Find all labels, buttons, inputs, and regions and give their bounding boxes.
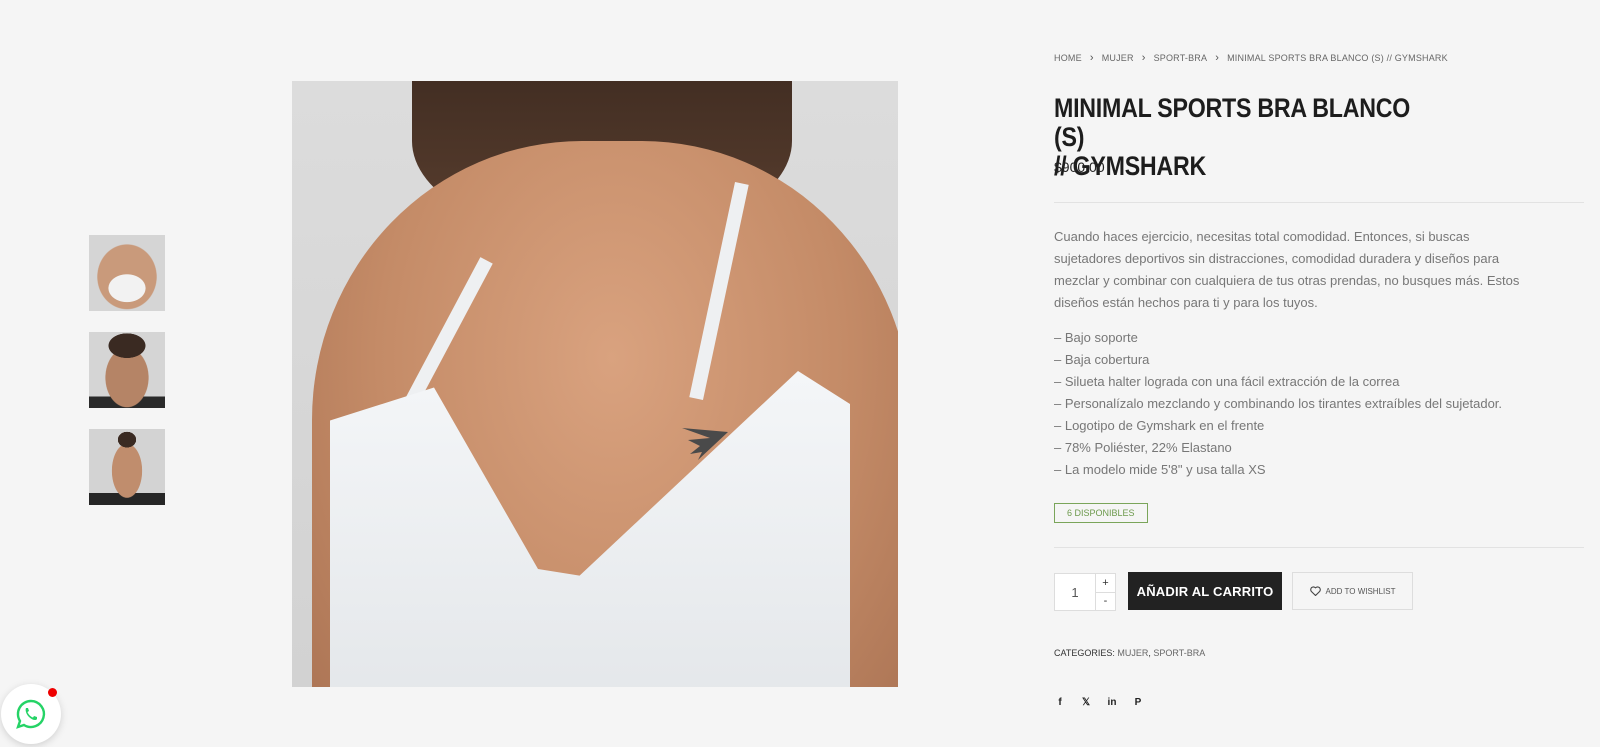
quantity-increase-button[interactable]: +: [1096, 574, 1115, 593]
chevron-right-icon: ›: [1215, 52, 1220, 64]
feature-item: – Bajo soporte: [1054, 330, 1138, 345]
linkedin-icon[interactable]: in: [1106, 696, 1118, 708]
thumbnail-full[interactable]: [89, 429, 165, 505]
thumbnail-image: [89, 429, 165, 505]
product-description: Cuando haces ejercicio, necesitas total …: [1054, 229, 1520, 310]
breadcrumb-current: MINIMAL SPORTS BRA BLANCO (S) // GYMSHAR…: [1227, 53, 1448, 63]
feature-item: – La modelo mide 5'8" y usa talla XS: [1054, 462, 1266, 477]
quantity-decrease-button[interactable]: -: [1096, 593, 1115, 611]
stepper-buttons: + -: [1095, 574, 1115, 610]
category-link-mujer[interactable]: MUJER: [1117, 648, 1148, 658]
categories-label: CATEGORIES:: [1054, 648, 1115, 658]
product-price: $900,00: [1054, 159, 1105, 175]
thumbnail-back[interactable]: [89, 332, 165, 408]
add-to-wishlist-button[interactable]: ADD TO WISHLIST: [1292, 572, 1413, 610]
wishlist-label: ADD TO WISHLIST: [1325, 586, 1396, 596]
chevron-right-icon: ›: [1141, 52, 1146, 64]
share-links: f 𝕏 in P: [1054, 696, 1144, 708]
x-twitter-icon[interactable]: 𝕏: [1080, 696, 1092, 708]
feature-item: – 78% Poliéster, 22% Elastano: [1054, 440, 1232, 455]
feature-item: – Silueta halter lograda con una fácil e…: [1054, 374, 1400, 389]
gymshark-logo-icon: [682, 428, 728, 460]
breadcrumb-mujer[interactable]: MUJER: [1102, 53, 1134, 63]
facebook-icon[interactable]: f: [1054, 696, 1066, 708]
feature-list: – Bajo soporte – Baja cobertura – Siluet…: [1054, 327, 1554, 481]
breadcrumb-sport-bra[interactable]: SPORT-BRA: [1154, 53, 1208, 63]
divider: [1054, 202, 1584, 203]
heart-icon: [1309, 586, 1321, 596]
whatsapp-chat-button[interactable]: [1, 684, 61, 744]
thumbnail-gallery: [89, 235, 165, 526]
chevron-right-icon: ›: [1089, 52, 1094, 64]
breadcrumb: HOME › MUJER › SPORT-BRA › MINIMAL SPORT…: [1054, 52, 1448, 64]
thumbnail-image: [89, 332, 165, 408]
product-main-image[interactable]: [292, 81, 898, 687]
quantity-stepper: + -: [1054, 573, 1116, 611]
add-to-cart-button[interactable]: AÑADIR AL CARRITO: [1128, 572, 1282, 610]
pinterest-icon[interactable]: P: [1132, 696, 1144, 708]
product-title: MINIMAL SPORTS BRA BLANCO (S) // GYMSHAR…: [1054, 93, 1411, 181]
product-categories: CATEGORIES: MUJER, SPORT-BRA: [1054, 648, 1205, 658]
quantity-input[interactable]: [1055, 574, 1095, 610]
thumbnail-front[interactable]: [89, 235, 165, 311]
feature-item: – Baja cobertura: [1054, 352, 1150, 367]
category-link-sport-bra[interactable]: SPORT-BRA: [1153, 648, 1205, 658]
whatsapp-icon: [16, 699, 46, 729]
breadcrumb-home[interactable]: HOME: [1054, 53, 1082, 63]
feature-item: – Logotipo de Gymshark en el frente: [1054, 418, 1265, 433]
notification-dot: [48, 688, 57, 697]
stock-badge: 6 DISPONIBLES: [1054, 503, 1148, 523]
feature-item: – Personalízalo mezclando y combinando l…: [1054, 396, 1503, 411]
divider: [1054, 547, 1584, 548]
thumbnail-image: [89, 235, 165, 311]
